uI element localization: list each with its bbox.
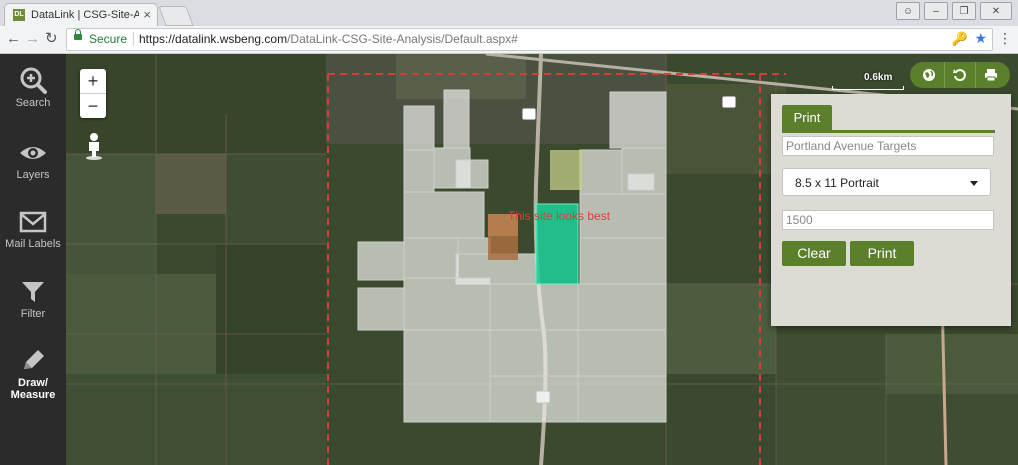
- globe-icon: [923, 69, 935, 81]
- tab-print[interactable]: Print: [782, 105, 832, 130]
- forward-arrow-icon[interactable]: →: [25, 31, 40, 47]
- tab-close-icon[interactable]: ×: [143, 7, 151, 22]
- clear-button[interactable]: Clear: [782, 241, 846, 266]
- profile-icon[interactable]: ☺: [896, 2, 920, 20]
- reset-button[interactable]: [944, 62, 975, 88]
- browser-menu-icon[interactable]: ⋮: [998, 30, 1012, 46]
- filter-icon: [22, 282, 44, 302]
- close-window-icon[interactable]: ✕: [980, 2, 1012, 20]
- print-icon: [985, 69, 997, 82]
- panel-divider: [782, 130, 995, 133]
- tab-title: DataLink | CSG-Site-Anal: [31, 9, 139, 21]
- undo-icon: [953, 69, 966, 82]
- url-path: /DataLink-CSG-Site-Analysis/Default.aspx…: [287, 32, 518, 46]
- sidebar-item-label: Layers: [16, 169, 50, 181]
- reload-icon[interactable]: ↻: [45, 31, 58, 47]
- print-scale-input[interactable]: 1500: [782, 210, 994, 230]
- lock-icon: [74, 29, 82, 40]
- search-plus-icon: [20, 67, 47, 94]
- minimize-icon[interactable]: –: [924, 2, 948, 20]
- url-divider: [133, 32, 134, 46]
- url-text[interactable]: https://datalink.wsbeng.com/DataLink-CSG…: [139, 32, 518, 46]
- eye-icon: [20, 147, 46, 159]
- sidebar-item-label: Draw/: [18, 377, 48, 389]
- zoom-control: + −: [80, 69, 106, 118]
- key-icon[interactable]: 🔑: [952, 31, 968, 47]
- restore-icon[interactable]: ❐: [952, 2, 976, 20]
- envelope-icon: [19, 211, 47, 233]
- browser-toolbar: ← → ↻ Secure https://datalink.wsbeng.com…: [0, 26, 1018, 54]
- zoom-out-button[interactable]: −: [80, 93, 106, 118]
- street-view-pegman-icon[interactable]: [84, 132, 104, 160]
- map-tools-group: [910, 62, 1010, 88]
- browser-tabstrip: DL DataLink | CSG-Site-Anal × ☺ – ❐ ✕: [0, 0, 1018, 27]
- page-size-select[interactable]: 8.5 x 11 Portrait: [782, 168, 991, 196]
- sidebar-item-label-line2: Measure: [10, 389, 56, 401]
- bookmark-star-icon[interactable]: ★: [974, 30, 987, 47]
- scale-bar: [832, 86, 904, 90]
- caret-down-icon: [970, 181, 978, 186]
- sidebar-item-filter[interactable]: Filter: [0, 279, 66, 320]
- new-tab-button[interactable]: [158, 6, 194, 26]
- sidebar-item-search[interactable]: Search: [0, 66, 66, 109]
- sidebar-item-draw-measure[interactable]: Draw/ Measure: [0, 348, 66, 401]
- secure-label: Secure: [89, 32, 128, 46]
- sidebar-item-mail-labels[interactable]: Mail Labels: [0, 209, 66, 250]
- sidebar-item-label: Filter: [20, 308, 46, 320]
- address-bar[interactable]: Secure https://datalink.wsbeng.com/DataL…: [66, 28, 993, 51]
- print-panel: Print Portland Avenue Targets 8.5 x 11 P…: [771, 94, 1011, 326]
- browser-tab[interactable]: DL DataLink | CSG-Site-Anal ×: [4, 3, 158, 27]
- window-controls: ☺ – ❐ ✕: [896, 2, 1012, 20]
- sidebar-item-label: Mail Labels: [5, 238, 61, 250]
- print-tool-button[interactable]: [975, 62, 1006, 88]
- pencil-icon: [24, 350, 44, 369]
- sidebar-item-label: Search: [15, 97, 51, 109]
- url-host: https://datalink.wsbeng.com: [139, 32, 288, 46]
- scale-label: 0.6km: [864, 72, 893, 83]
- app-sidebar: Search Layers Mail Labels Filter Draw/ M…: [0, 54, 66, 465]
- print-button[interactable]: Print: [850, 241, 914, 266]
- page-size-value: 8.5 x 11 Portrait: [795, 176, 879, 190]
- print-title-input[interactable]: Portland Avenue Targets: [782, 136, 994, 156]
- sidebar-item-layers[interactable]: Layers: [0, 140, 66, 181]
- basemap-button[interactable]: [914, 62, 944, 88]
- datalink-favicon-icon: DL: [13, 9, 25, 21]
- map-annotation: This site looks best: [508, 209, 611, 223]
- back-arrow-icon[interactable]: ←: [6, 31, 21, 47]
- zoom-in-button[interactable]: +: [80, 69, 106, 93]
